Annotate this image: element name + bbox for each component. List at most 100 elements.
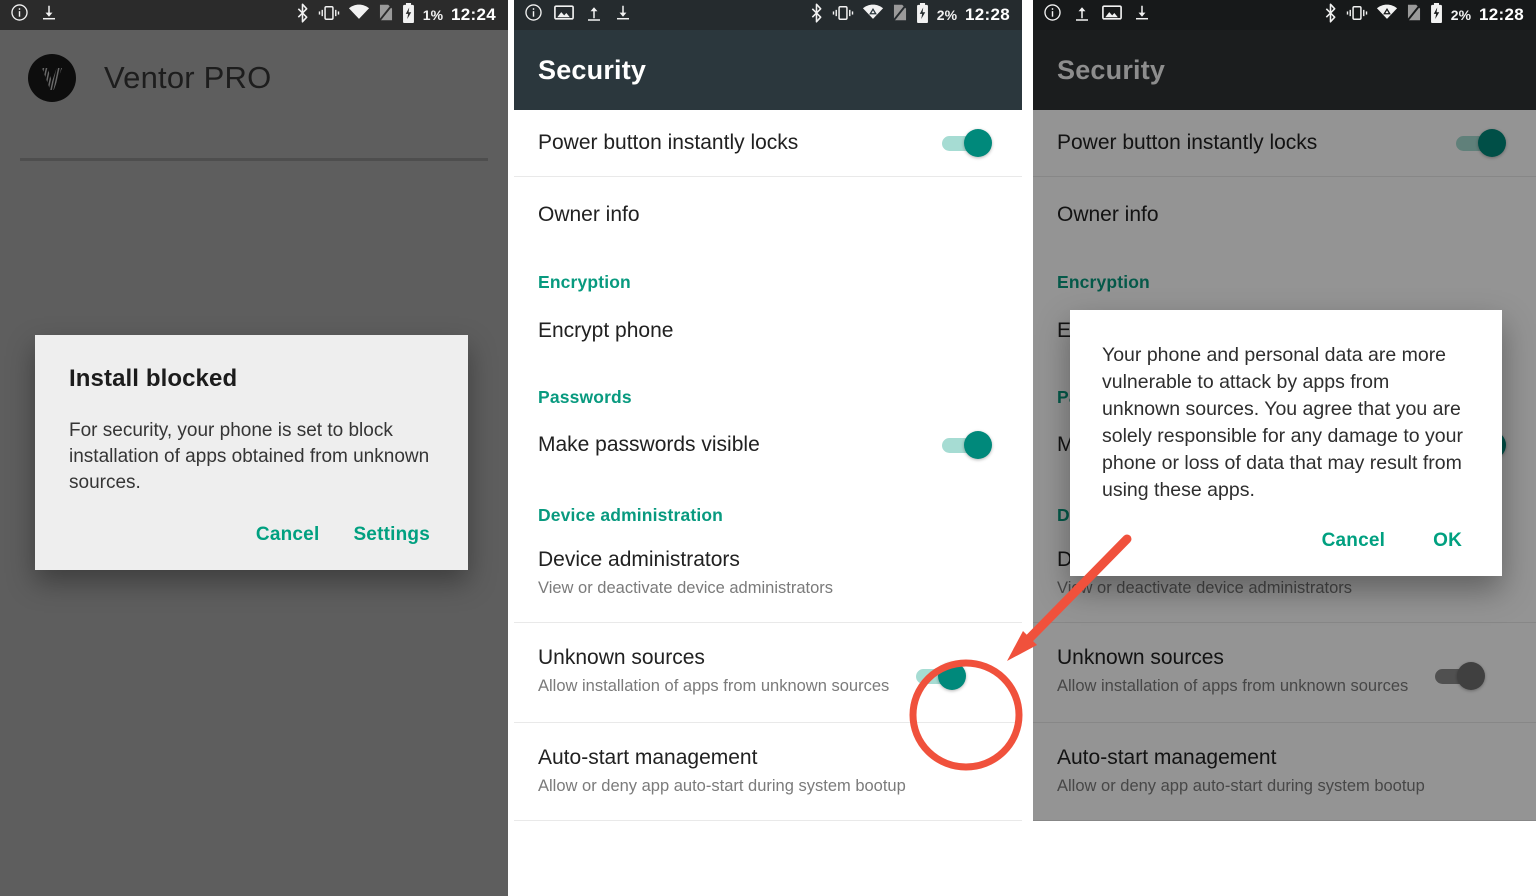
section-header-device-administration: Device administration bbox=[538, 505, 724, 525]
upload-icon bbox=[585, 3, 603, 27]
image-icon bbox=[1102, 4, 1122, 26]
setting-row-owner-info[interactable]: Owner info bbox=[514, 177, 1022, 252]
sim-missing-icon bbox=[378, 3, 394, 27]
row-subtitle: Allow or deny app auto-start during syst… bbox=[538, 777, 906, 795]
download-icon bbox=[614, 3, 632, 27]
status-bar-right-icons-panel3: 2% 12:28 bbox=[1323, 2, 1524, 28]
row-subtitle: View or deactivate device administrators bbox=[1057, 579, 1353, 597]
row-text: Make passwords visible bbox=[538, 432, 924, 458]
unknown-sources-toggle[interactable] bbox=[916, 659, 972, 693]
sim-missing-icon bbox=[1406, 3, 1422, 27]
battery-charging-icon bbox=[1430, 2, 1443, 28]
setting-row-power-button-locks[interactable]: Power button instantly locks bbox=[1033, 110, 1536, 176]
setting-row-encrypt-phone[interactable]: Encrypt phone bbox=[514, 293, 1022, 369]
dialog-title: Install blocked bbox=[69, 365, 238, 392]
setting-row-auto-start-management[interactable]: Auto-start management Allow or deny app … bbox=[514, 723, 1022, 820]
info-circle-icon bbox=[524, 3, 543, 27]
row-text: Owner info bbox=[538, 202, 998, 228]
status-bar-right-icons-panel2: 2% 12:28 bbox=[809, 2, 1010, 28]
install-blocked-dialog: Install blocked For security, your phone… bbox=[35, 335, 468, 570]
app-bar-panel2: Security bbox=[514, 30, 1022, 110]
unknown-sources-warning-dialog: Your phone and personal data are more vu… bbox=[1070, 310, 1502, 576]
dialog-message: Your phone and personal data are more vu… bbox=[1102, 344, 1463, 501]
app-bar-panel3: Security bbox=[1033, 30, 1536, 110]
power-button-locks-toggle[interactable] bbox=[942, 126, 998, 160]
section-header-passwords: Passwords bbox=[538, 387, 632, 407]
section-header-encryption: Encryption bbox=[1057, 272, 1150, 292]
row-title: Make passwords visible bbox=[538, 433, 760, 456]
bluetooth-icon bbox=[809, 2, 824, 28]
row-title: Power button instantly locks bbox=[1057, 131, 1318, 154]
status-bar-right-icons-panel1: 1% 12:24 bbox=[295, 2, 496, 28]
upload-icon bbox=[1073, 3, 1091, 27]
divider bbox=[514, 820, 1022, 821]
row-subtitle: View or deactivate device administrators bbox=[538, 579, 834, 597]
row-text: Power button instantly locks bbox=[538, 130, 924, 156]
settings-list-panel2: Power button instantly locks Owner info … bbox=[514, 110, 1022, 821]
toggle-thumb bbox=[964, 431, 992, 459]
battery-charging-icon bbox=[402, 2, 415, 28]
cancel-button[interactable]: Cancel bbox=[1322, 530, 1386, 552]
bluetooth-icon bbox=[295, 2, 310, 28]
wifi-vpn-icon bbox=[862, 4, 884, 26]
clock-panel1: 12:24 bbox=[451, 5, 496, 24]
settings-button[interactable]: Settings bbox=[353, 524, 430, 546]
row-title: Auto-start management bbox=[1057, 746, 1277, 769]
dialog-actions: Cancel OK bbox=[1102, 530, 1472, 560]
ventor-logo-icon bbox=[28, 53, 76, 102]
wifi-icon bbox=[348, 4, 370, 26]
setting-row-auto-start-management[interactable]: Auto-start management Allow or deny app … bbox=[1033, 723, 1536, 820]
row-text: Auto-start management Allow or deny app … bbox=[538, 745, 998, 798]
battery-percent-panel2: 2% bbox=[936, 7, 958, 23]
phone-panel-security-settings: 2% 12:28 Security Power button instantly… bbox=[514, 0, 1022, 896]
clock-panel2: 12:28 bbox=[965, 5, 1010, 24]
battery-percent-panel3: 2% bbox=[1450, 7, 1472, 23]
setting-row-device-administrators[interactable]: Device administrators View or deactivate… bbox=[514, 526, 1022, 622]
image-icon bbox=[554, 4, 574, 26]
make-passwords-visible-toggle[interactable] bbox=[942, 428, 998, 462]
row-text: Power button instantly locks bbox=[1057, 130, 1438, 156]
row-subtitle: Allow installation of apps from unknown … bbox=[1057, 677, 1409, 695]
setting-row-unknown-sources[interactable]: Unknown sources Allow installation of ap… bbox=[1033, 623, 1536, 722]
divider bbox=[1033, 820, 1536, 821]
status-bar-panel2: 2% 12:28 bbox=[514, 0, 1022, 30]
download-icon bbox=[1133, 3, 1151, 27]
row-subtitle: Allow or deny app auto-start during syst… bbox=[1057, 777, 1425, 795]
row-title: Device administrators bbox=[538, 548, 740, 571]
row-text: Unknown sources Allow installation of ap… bbox=[1057, 645, 1417, 698]
row-title: Auto-start management bbox=[538, 746, 758, 769]
row-title: Owner info bbox=[1057, 202, 1159, 226]
row-title: Unknown sources bbox=[1057, 646, 1224, 669]
status-bar-left-icons-panel1 bbox=[10, 3, 58, 27]
row-text: Encrypt phone bbox=[538, 318, 998, 344]
row-title: Owner info bbox=[538, 202, 640, 226]
row-text: Device administrators View or deactivate… bbox=[538, 547, 998, 600]
ventor-app-title: Ventor PRO bbox=[104, 59, 272, 95]
clock-panel3: 12:28 bbox=[1479, 5, 1524, 24]
bluetooth-icon bbox=[1323, 2, 1338, 28]
setting-row-make-passwords-visible[interactable]: Make passwords visible bbox=[514, 408, 1022, 482]
header-divider bbox=[20, 158, 488, 161]
download-icon bbox=[40, 3, 58, 27]
page-title: Security bbox=[538, 54, 647, 85]
status-bar-panel3: 2% 12:28 bbox=[1033, 0, 1536, 30]
setting-row-power-button-locks[interactable]: Power button instantly locks bbox=[514, 110, 1022, 176]
power-button-locks-toggle[interactable] bbox=[1456, 126, 1512, 160]
dialog-actions: Cancel Settings bbox=[69, 524, 436, 552]
setting-row-unknown-sources[interactable]: Unknown sources Allow installation of ap… bbox=[514, 623, 1022, 722]
info-circle-icon bbox=[10, 3, 29, 27]
wifi-vpn-icon bbox=[1376, 4, 1398, 26]
unknown-sources-toggle[interactable] bbox=[1435, 659, 1491, 693]
battery-charging-icon bbox=[916, 2, 929, 28]
ok-button[interactable]: OK bbox=[1433, 530, 1462, 552]
phone-panel-install-blocked: 1% 12:24 Ventor PRO Install blocked For … bbox=[0, 0, 508, 896]
section-header-encryption: Encryption bbox=[538, 272, 631, 292]
row-text: Auto-start management Allow or deny app … bbox=[1057, 745, 1512, 798]
setting-row-owner-info[interactable]: Owner info bbox=[1033, 177, 1536, 252]
row-text: Unknown sources Allow installation of ap… bbox=[538, 645, 898, 698]
row-subtitle: Allow installation of apps from unknown … bbox=[538, 677, 890, 695]
cancel-button[interactable]: Cancel bbox=[256, 524, 320, 546]
row-title: Power button instantly locks bbox=[538, 131, 799, 154]
dialog-message: For security, your phone is set to block… bbox=[69, 420, 430, 493]
screenshot-stage: 1% 12:24 Ventor PRO Install blocked For … bbox=[0, 0, 1536, 896]
